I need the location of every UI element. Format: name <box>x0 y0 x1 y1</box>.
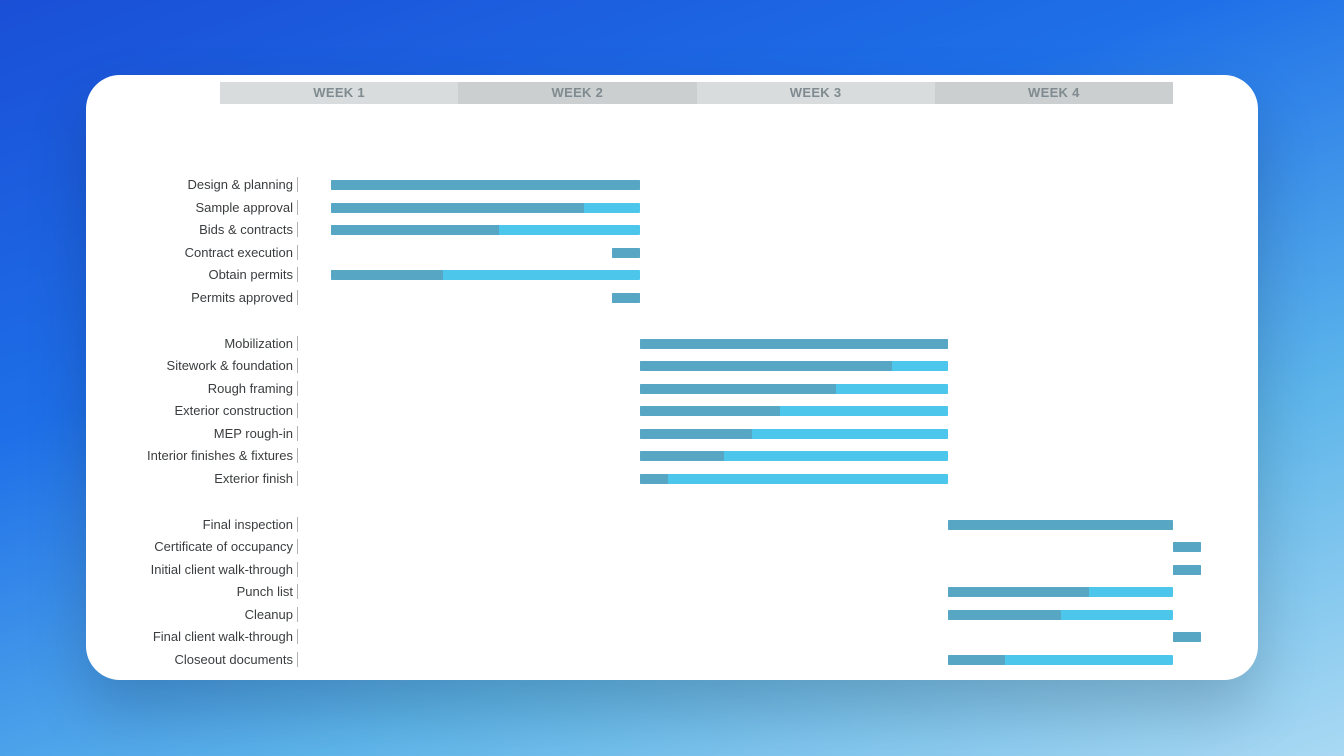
bar-done <box>640 451 724 461</box>
bar-done <box>948 587 1088 597</box>
row-label: Certificate of occupancy <box>154 539 293 554</box>
bar-done <box>1173 542 1201 552</box>
bar-done <box>948 610 1060 620</box>
bar-done <box>331 180 640 190</box>
gantt-row: Obtain permits <box>86 265 1258 287</box>
bar-done <box>640 384 836 394</box>
row-label: Rough framing <box>208 381 293 396</box>
row-tick <box>297 471 298 486</box>
row-tick <box>297 652 298 667</box>
row-tick <box>297 562 298 577</box>
row-label: Contract execution <box>185 245 293 260</box>
week-header-cell: WEEK 4 <box>935 82 1173 104</box>
gantt-row: Contract execution <box>86 243 1258 265</box>
row-label: Sitework & foundation <box>167 358 293 373</box>
row-tick <box>297 200 298 215</box>
row-label: MEP rough-in <box>214 426 293 441</box>
bar-done <box>640 406 780 416</box>
gantt-row: Closeout documents <box>86 650 1258 672</box>
bar-done <box>640 474 668 484</box>
row-label: Final inspection <box>203 517 293 532</box>
gantt-row: Exterior finish <box>86 469 1258 491</box>
row-label: Initial client walk-through <box>151 562 293 577</box>
row-label: Closeout documents <box>174 652 293 667</box>
gantt-row: Sitework & foundation <box>86 356 1258 378</box>
chart-card: WEEK 1 WEEK 2 WEEK 3 WEEK 4 Design & pla… <box>86 75 1258 680</box>
gantt-row: Final inspection <box>86 515 1258 537</box>
row-tick <box>297 358 298 373</box>
gantt-row: Punch list <box>86 582 1258 604</box>
row-label: Interior finishes & fixtures <box>147 448 293 463</box>
row-label: Mobilization <box>224 336 293 351</box>
row-tick <box>297 629 298 644</box>
bar-done <box>640 429 752 439</box>
row-label: Design & planning <box>187 177 293 192</box>
bar-done <box>948 520 1173 530</box>
row-tick <box>297 584 298 599</box>
row-label: Cleanup <box>245 607 293 622</box>
row-tick <box>297 426 298 441</box>
row-tick <box>297 290 298 305</box>
week-header-cell: WEEK 1 <box>220 82 458 104</box>
row-tick <box>297 381 298 396</box>
bar-done <box>331 270 443 280</box>
row-tick <box>297 607 298 622</box>
week-header-cell: WEEK 2 <box>458 82 696 104</box>
gantt-row: Rough framing <box>86 379 1258 401</box>
row-label: Exterior construction <box>175 403 294 418</box>
row-label: Sample approval <box>195 200 293 215</box>
gantt-row: Sample approval <box>86 198 1258 220</box>
bar-done <box>640 361 893 371</box>
gantt-row: Interior finishes & fixtures <box>86 446 1258 468</box>
row-tick <box>297 245 298 260</box>
row-tick <box>297 336 298 351</box>
row-label: Exterior finish <box>214 471 293 486</box>
row-tick <box>297 403 298 418</box>
row-label: Permits approved <box>191 290 293 305</box>
gantt-plot: Design & planning Sample approval Bids & c… <box>86 107 1258 677</box>
row-tick <box>297 448 298 463</box>
week-header: WEEK 1 WEEK 2 WEEK 3 WEEK 4 <box>220 82 1173 104</box>
gantt-row: Exterior construction <box>86 401 1258 423</box>
row-label: Punch list <box>237 584 293 599</box>
row-tick <box>297 517 298 532</box>
gantt-row: Mobilization <box>86 334 1258 356</box>
row-tick <box>297 222 298 237</box>
row-tick <box>297 177 298 192</box>
week-header-cell: WEEK 3 <box>697 82 935 104</box>
bar-done <box>1173 565 1201 575</box>
bar-done <box>331 225 499 235</box>
gantt-row: Design & planning <box>86 175 1258 197</box>
gantt-row: Cleanup <box>86 605 1258 627</box>
bar-done <box>331 203 584 213</box>
bar-done <box>612 293 640 303</box>
bar-done <box>948 655 1004 665</box>
gantt-row: Final client walk-through <box>86 627 1258 649</box>
gantt-row: MEP rough-in <box>86 424 1258 446</box>
bar-planned <box>640 474 949 484</box>
gantt-row: Bids & contracts <box>86 220 1258 242</box>
bar-done <box>612 248 640 258</box>
gantt-row: Initial client walk-through <box>86 560 1258 582</box>
bar-done <box>1173 632 1201 642</box>
row-label: Final client walk-through <box>153 629 293 644</box>
row-tick <box>297 267 298 282</box>
row-label: Bids & contracts <box>199 222 293 237</box>
gantt-row: Certificate of occupancy <box>86 537 1258 559</box>
row-label: Obtain permits <box>208 267 293 282</box>
gantt-row: Permits approved <box>86 288 1258 310</box>
row-tick <box>297 539 298 554</box>
bar-done <box>640 339 949 349</box>
